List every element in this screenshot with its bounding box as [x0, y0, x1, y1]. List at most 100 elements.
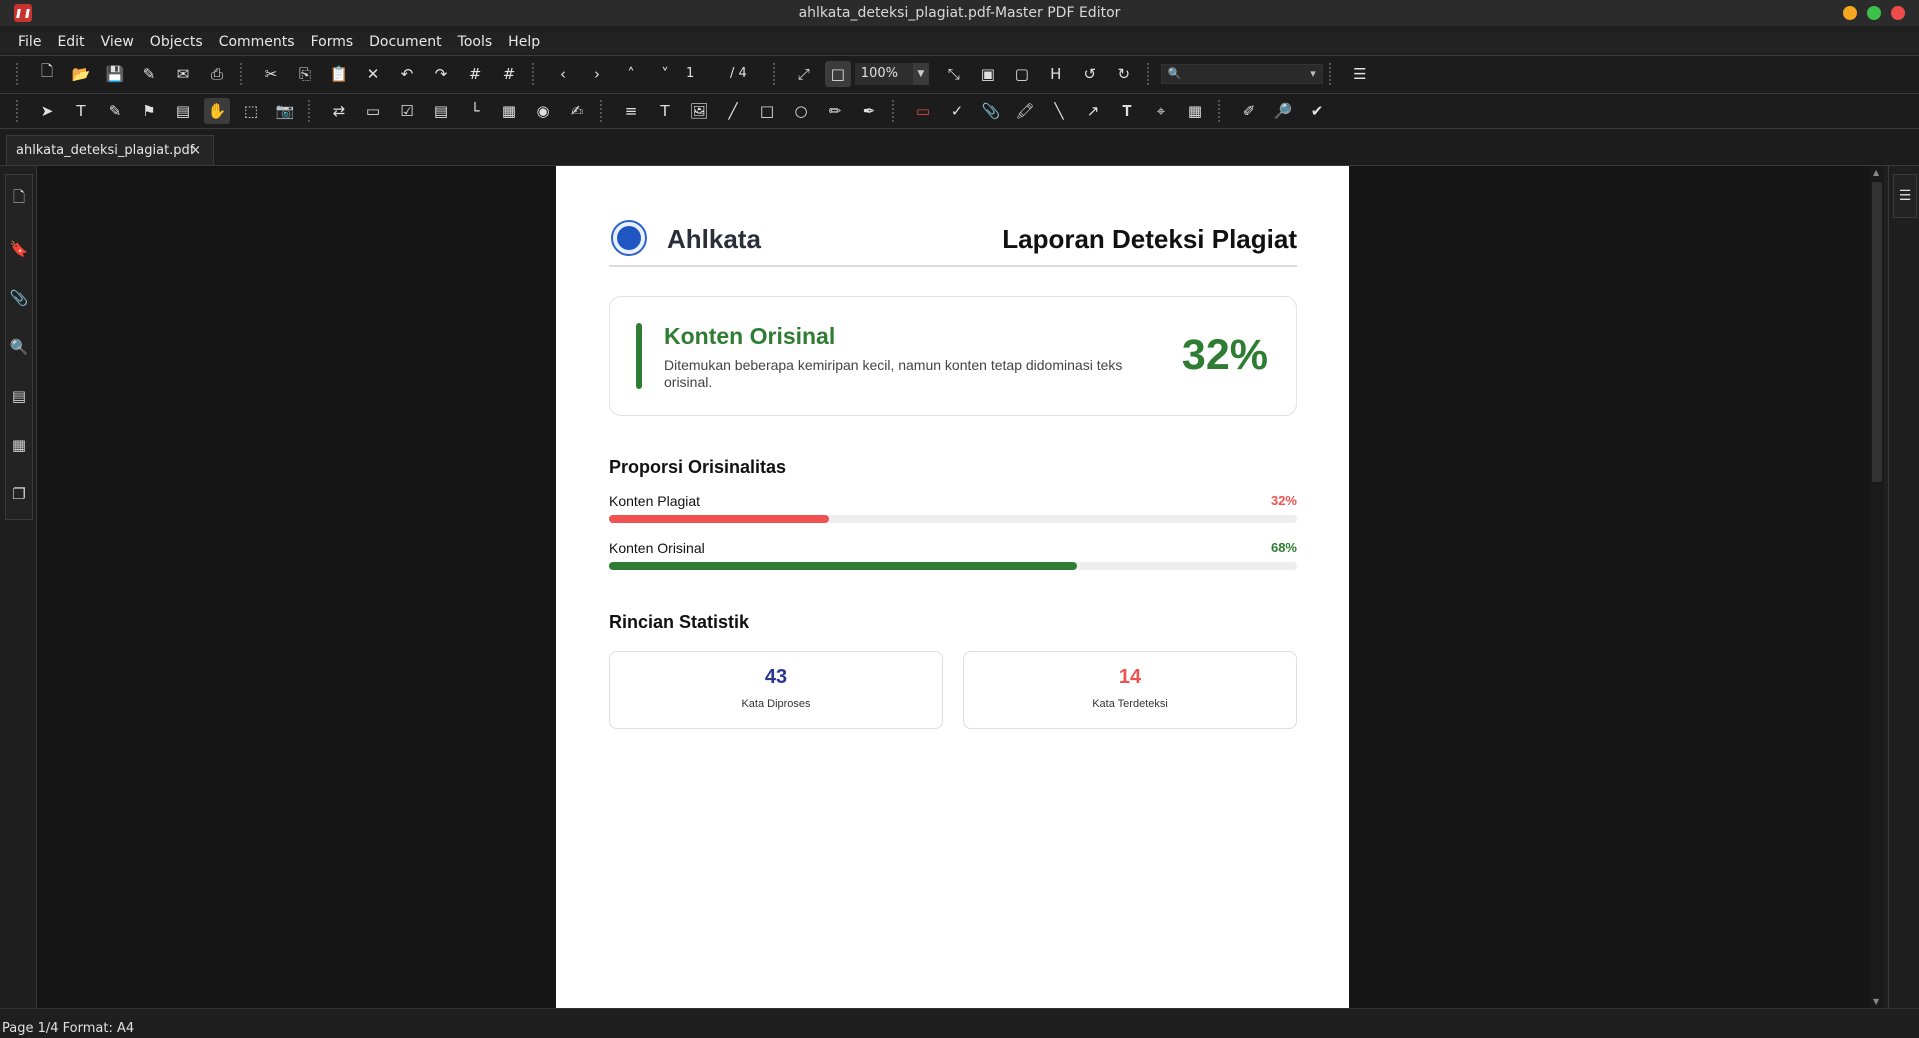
select-area-icon[interactable]: ⬚ — [238, 98, 264, 124]
stat-card-detected: 14 Kata Terdeteksi — [963, 651, 1297, 729]
select-arrow-icon[interactable]: ➤ — [34, 98, 60, 124]
save-icon[interactable]: 💾 — [102, 61, 128, 87]
document-viewer[interactable]: Ahlkata Laporan Deteksi Plagiat Konten O… — [37, 166, 1872, 1008]
maximize-button[interactable] — [1867, 6, 1881, 20]
fit-width-icon[interactable]: ⤡ — [941, 61, 967, 87]
stamp-icon[interactable]: ✒ — [856, 98, 882, 124]
menu-help[interactable]: Help — [500, 34, 548, 50]
rectangle-icon[interactable]: □ — [754, 98, 780, 124]
search-panel-icon[interactable]: 🔍 — [7, 322, 31, 371]
ellipse-icon[interactable]: ○ — [788, 98, 814, 124]
attachments-icon[interactable]: 📎 — [7, 273, 31, 322]
print-icon[interactable]: ⎙ — [204, 61, 230, 87]
paste-icon[interactable]: 📋 — [326, 61, 352, 87]
forms-panel-icon[interactable]: ▦ — [7, 421, 31, 470]
measure-icon[interactable]: ⌖ — [1148, 98, 1174, 124]
scroll-thumb[interactable] — [1872, 182, 1882, 482]
new-document-icon[interactable]: 🗋 — [34, 61, 60, 87]
delete-icon[interactable]: ✕ — [360, 61, 386, 87]
search-dropdown-icon[interactable]: ▾ — [1310, 67, 1316, 80]
button-field-icon[interactable]: ▭ — [360, 98, 386, 124]
minimize-button[interactable] — [1843, 6, 1857, 20]
menu-view[interactable]: View — [93, 34, 142, 50]
draw-line-icon[interactable]: ╲ — [1046, 98, 1072, 124]
hand-tool-icon[interactable]: ✋ — [204, 98, 230, 124]
zoom-level[interactable]: 100% — [854, 62, 913, 85]
scroll-up-icon[interactable]: ▲ — [1873, 168, 1879, 177]
checkmark-icon[interactable]: ✓ — [944, 98, 970, 124]
menu-forms[interactable]: Forms — [303, 34, 362, 50]
menu-tools[interactable]: Tools — [450, 34, 501, 50]
last-page-icon[interactable]: ˅ — [652, 61, 678, 87]
edit-text-icon[interactable]: T — [68, 98, 94, 124]
copy-icon[interactable]: ⎘ — [292, 61, 318, 87]
insert-text-icon[interactable]: ≡ — [618, 98, 644, 124]
table-icon[interactable]: ▤ — [170, 98, 196, 124]
rotate-left-icon[interactable]: ↺ — [1077, 61, 1103, 87]
undo-icon[interactable]: ↶ — [394, 61, 420, 87]
arrow-icon[interactable]: ↗ — [1080, 98, 1106, 124]
email-icon[interactable]: ✉ — [170, 61, 196, 87]
edit-objects-icon[interactable]: ⚑ — [136, 98, 162, 124]
sign-icon[interactable]: ✔ — [1304, 98, 1330, 124]
fit-page-icon[interactable]: ⤢ — [791, 61, 817, 87]
next-page-icon[interactable]: › — [584, 61, 610, 87]
line-icon[interactable]: ╱ — [720, 98, 746, 124]
document-tab[interactable]: ahlkata_deteksi_plagiat.pdf × — [6, 135, 214, 165]
properties-icon[interactable]: ☰ — [1893, 174, 1917, 218]
pages-icon[interactable]: 🗋 — [7, 175, 31, 224]
shapes-icon[interactable]: ▦ — [1182, 98, 1208, 124]
menu-comments[interactable]: Comments — [211, 34, 303, 50]
previous-page-icon[interactable]: ‹ — [550, 61, 576, 87]
attach-icon[interactable]: 📎 — [978, 98, 1004, 124]
snapshot-icon[interactable]: 📷 — [272, 98, 298, 124]
comment-box-icon[interactable]: ▭ — [910, 98, 936, 124]
first-page-icon[interactable]: ˄ — [618, 61, 644, 87]
toolbar-grip[interactable] — [16, 62, 24, 85]
page-number-input[interactable] — [682, 63, 730, 84]
search-input[interactable]: 🔍 ▾ — [1160, 63, 1323, 84]
textbox-annot-icon[interactable]: 𝐓 — [1114, 98, 1140, 124]
page-height-icon[interactable]: H — [1043, 61, 1069, 87]
menu-objects[interactable]: Objects — [142, 34, 211, 50]
save-as-icon[interactable]: ✎ — [136, 61, 162, 87]
link-icon[interactable]: ⇄ — [326, 98, 352, 124]
radio-field-icon[interactable]: ◉ — [530, 98, 556, 124]
signatures-icon[interactable]: ❐ — [7, 470, 31, 519]
toolbar-menu-icon[interactable]: ☰ — [1347, 61, 1373, 87]
highlighter-icon[interactable]: 🖍 — [1012, 98, 1038, 124]
fit-content-icon[interactable]: ▢ — [1009, 61, 1035, 87]
open-folder-icon[interactable]: 📂 — [68, 61, 94, 87]
fit-visible-icon[interactable]: ▣ — [975, 61, 1001, 87]
layers-icon[interactable]: ▤ — [7, 372, 31, 421]
app-logo-icon — [14, 4, 32, 22]
text-field-icon[interactable]: ▤ — [428, 98, 454, 124]
text-box-icon[interactable]: T — [652, 98, 678, 124]
signature-field-icon[interactable]: ✍ — [564, 98, 590, 124]
zoom-dropdown-icon[interactable]: ▼ — [912, 62, 929, 85]
zoom-tool-icon[interactable]: 🔎 — [1270, 98, 1296, 124]
grid-icon[interactable]: # — [462, 61, 488, 87]
edit-forms-icon[interactable]: ✎ — [102, 98, 128, 124]
image-icon[interactable]: 🖼 — [686, 98, 712, 124]
vertical-scrollbar[interactable]: ▲ ▼ — [1870, 166, 1884, 1008]
actual-size-icon[interactable]: □ — [824, 60, 851, 87]
checkbox-field-icon[interactable]: ☑ — [394, 98, 420, 124]
combo-field-icon[interactable]: ▦ — [496, 98, 522, 124]
close-icon[interactable]: × — [190, 143, 201, 158]
pencil-icon[interactable]: ✏ — [822, 98, 848, 124]
cut-icon[interactable]: ✂ — [258, 61, 284, 87]
toolbar-grip[interactable] — [16, 100, 24, 122]
scroll-down-icon[interactable]: ▼ — [1873, 997, 1879, 1006]
bookmarks-icon[interactable]: 🔖 — [7, 224, 31, 273]
list-field-icon[interactable]: └ — [462, 98, 488, 124]
eraser-icon[interactable]: ✐ — [1236, 98, 1262, 124]
close-window-button[interactable] — [1891, 6, 1905, 20]
menu-edit[interactable]: Edit — [49, 34, 92, 50]
menu-document[interactable]: Document — [361, 34, 450, 50]
snap-grid-icon[interactable]: # — [496, 61, 522, 87]
redo-icon[interactable]: ↷ — [428, 61, 454, 87]
menu-file[interactable]: File — [10, 34, 49, 50]
rotate-right-icon[interactable]: ↻ — [1111, 61, 1137, 87]
stat-number-processed: 43 — [764, 666, 788, 688]
